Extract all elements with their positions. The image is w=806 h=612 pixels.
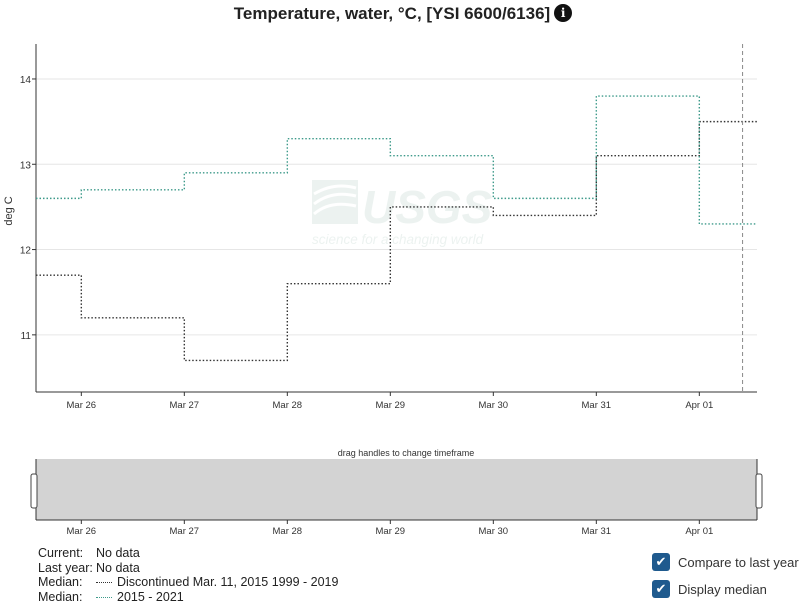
x-tick-label: Mar 29 — [376, 400, 406, 411]
legend-median-1999-2019: Median: Discontinued Mar. 11, 2015 1999 -… — [38, 575, 338, 590]
legend: Current: No data Last year: No data Median… — [38, 546, 338, 604]
main-chart: USGS science for a changing world 11 12 13… — [3, 44, 757, 411]
legend-current: Current: No data — [38, 546, 338, 561]
brush-tick-label: Mar 28 — [273, 526, 303, 537]
y-tick-label: 14 — [20, 75, 32, 86]
display-options: ✔ Compare to last year ✔ Display median — [652, 552, 799, 606]
brush-handle-right[interactable] — [755, 473, 763, 509]
display-median-option[interactable]: ✔ Display median — [652, 579, 799, 599]
legend-last-year: Last year: No data — [38, 561, 338, 576]
compare-last-year-label[interactable]: Compare to last year — [678, 555, 799, 570]
brush-handle-left[interactable] — [30, 473, 38, 509]
x-tick-label: Mar 26 — [67, 400, 97, 411]
brush-tick-label: Mar 27 — [170, 526, 200, 537]
brush-tick-label: Mar 31 — [582, 526, 612, 537]
compare-last-year-option[interactable]: ✔ Compare to last year — [652, 552, 799, 572]
compare-last-year-checkbox[interactable]: ✔ — [652, 553, 670, 571]
legend-current-label: Current: — [38, 546, 84, 560]
display-median-checkbox[interactable]: ✔ — [652, 580, 670, 598]
brush-tick-label: Mar 29 — [376, 526, 406, 537]
display-median-label[interactable]: Display median — [678, 582, 767, 597]
legend-median1-value: Discontinued Mar. 11, 2015 1999 - 2019 — [117, 575, 339, 589]
x-tick-label: Mar 31 — [582, 400, 612, 411]
brush-axis-ticks: Mar 26 Mar 27 Mar 28 Mar 29 Mar 30 Mar 31 Apr … — [67, 520, 713, 537]
brush-chart[interactable]: drag handles to change timeframe Mar 26 M… — [0, 440, 806, 560]
usgs-tagline: science for a changing world — [312, 232, 484, 247]
x-tick-label: Apr 01 — [685, 400, 713, 411]
y-tick-label: 11 — [21, 331, 32, 342]
brush-instruction: drag handles to change timeframe — [338, 448, 475, 458]
usgs-watermark: USGS science for a changing world — [312, 180, 493, 247]
legend-median2-value: 2015 - 2021 — [117, 589, 184, 604]
y-axis-label: deg C — [3, 196, 15, 225]
brush-selection[interactable] — [36, 459, 757, 520]
legend-median2-label: Median: — [38, 589, 83, 604]
usgs-logo-mark — [312, 180, 358, 224]
legend-median-2015-2021: Median: 2015 - 2021 — [38, 590, 338, 605]
legend-current-value: No data — [96, 546, 140, 560]
x-tick-label: Mar 27 — [170, 400, 200, 411]
legend-median1-label: Median: — [38, 575, 83, 589]
legend-last-year-label: Last year: — [38, 560, 93, 575]
y-tick-label: 13 — [20, 160, 32, 171]
legend-median1-swatch — [96, 582, 112, 583]
x-tick-label: Mar 28 — [273, 400, 303, 411]
y-axis-ticks: 11 12 13 14 — [20, 75, 36, 342]
x-tick-label: Mar 30 — [479, 400, 509, 411]
brush-tick-label: Mar 30 — [479, 526, 509, 537]
legend-last-year-value: No data — [96, 560, 140, 575]
brush-tick-label: Apr 01 — [685, 526, 713, 537]
brush-tick-label: Mar 26 — [67, 526, 97, 537]
y-tick-label: 12 — [20, 246, 32, 257]
x-axis-ticks: Mar 26 Mar 27 Mar 28 Mar 29 Mar 30 Mar 31 Apr … — [67, 392, 713, 411]
legend-median2-swatch — [96, 596, 112, 598]
